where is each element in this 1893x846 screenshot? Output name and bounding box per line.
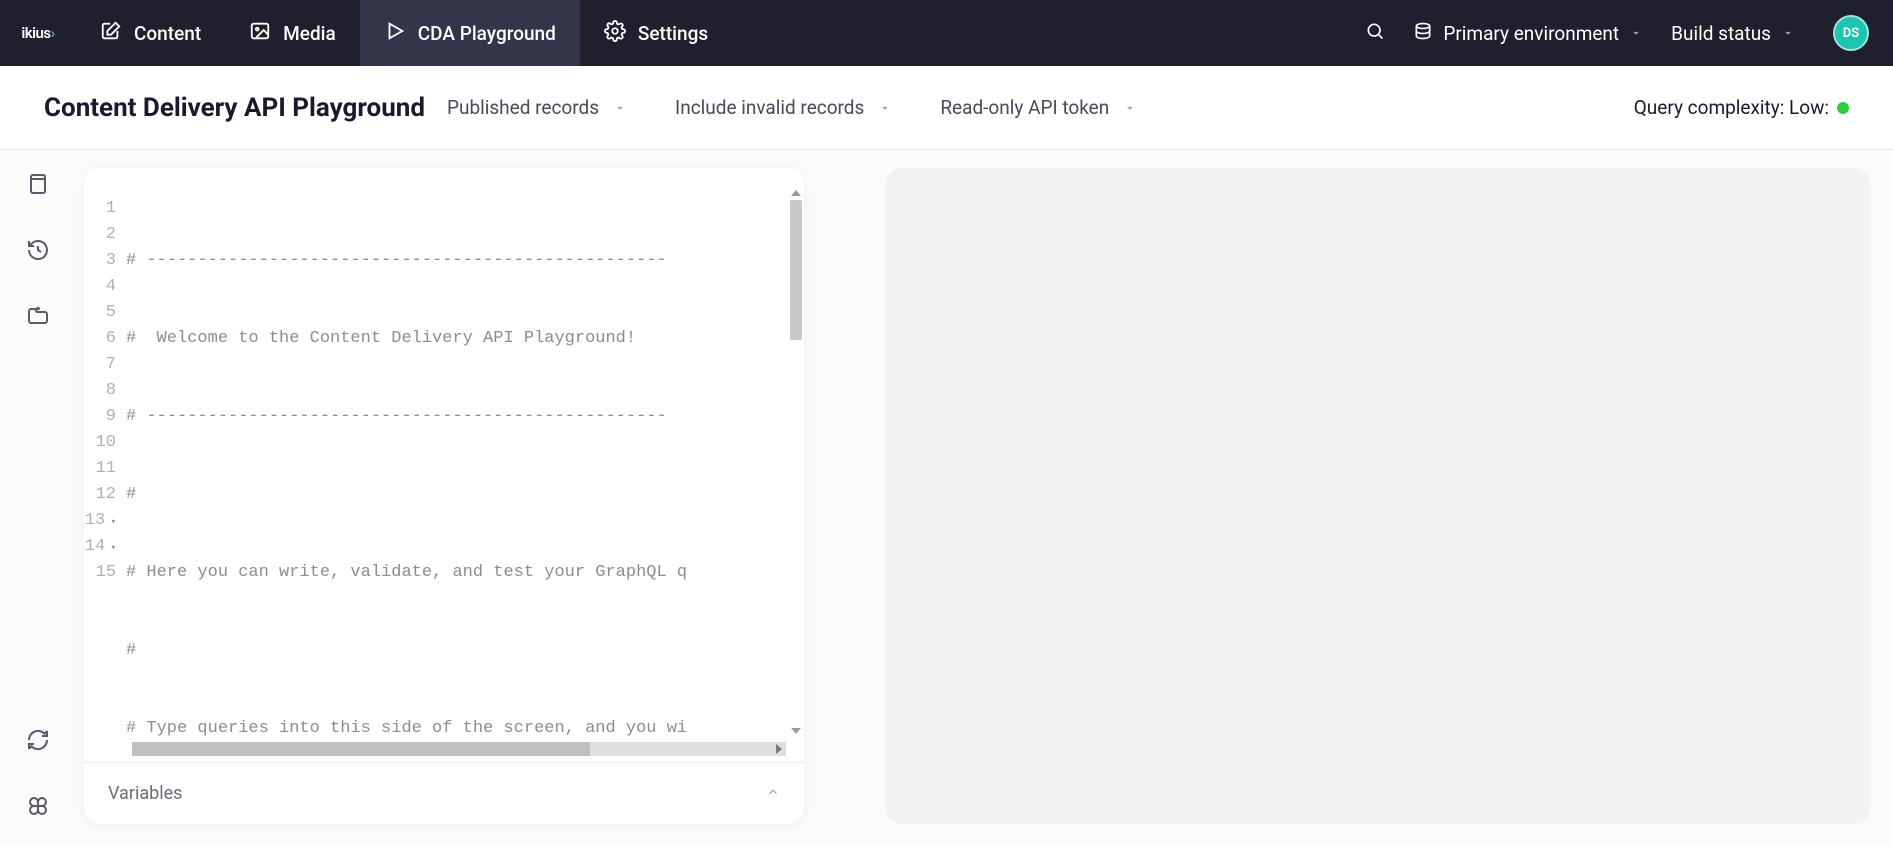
search-icon[interactable]: [1365, 21, 1385, 45]
database-icon: [1413, 21, 1433, 46]
filter-label: Published records: [447, 96, 599, 119]
playground-header: Content Delivery API Playground Publishe…: [0, 66, 1893, 150]
code-editor[interactable]: 1 2 3 4 5 6 7 8 9 10 11 12 13 14: [84, 168, 804, 762]
code-line: # Here you can write, validate, and test…: [126, 560, 804, 586]
code-content[interactable]: # --------------------------------------…: [126, 196, 804, 762]
scroll-arrow-up-icon[interactable]: [791, 190, 801, 196]
code-line: # --------------------------------------…: [126, 248, 804, 274]
status-dot-green: [1837, 102, 1849, 114]
chevron-down-icon: [878, 101, 892, 115]
avatar-initials: DS: [1843, 26, 1859, 41]
line-number: 2: [84, 222, 116, 248]
chevron-up-icon: [766, 783, 780, 804]
scroll-arrow-down-icon[interactable]: [791, 728, 801, 734]
chevron-down-icon: [1629, 22, 1643, 45]
nav-playground[interactable]: CDA Playground: [360, 0, 580, 66]
chevron-down-icon: [1781, 22, 1795, 45]
nav-label: Media: [283, 22, 336, 45]
nav-label: CDA Playground: [418, 22, 556, 45]
main-area: 1 2 3 4 5 6 7 8 9 10 11 12 13 14: [0, 150, 1893, 846]
invalid-records-dropdown[interactable]: Include invalid records: [675, 96, 892, 119]
pencil-icon: [100, 20, 122, 47]
nav-content[interactable]: Content: [76, 0, 225, 66]
build-status-label: Build status: [1671, 22, 1771, 45]
results-panel: [886, 168, 1871, 824]
docs-icon[interactable]: [26, 172, 50, 196]
complexity-label: Query complexity: Low:: [1634, 96, 1829, 119]
nav-settings[interactable]: Settings: [580, 0, 732, 66]
vertical-scrollbar[interactable]: [788, 190, 804, 734]
scroll-thumb[interactable]: [132, 742, 590, 756]
image-icon: [249, 20, 271, 47]
line-number: 4: [84, 274, 116, 300]
folder-icon[interactable]: [26, 304, 50, 328]
history-icon[interactable]: [26, 238, 50, 262]
chevron-down-icon: [1123, 101, 1137, 115]
top-nav: ikius› Content Media CDA Playground Sett…: [0, 0, 1893, 66]
horizontal-scrollbar[interactable]: [132, 742, 786, 756]
nav-label: Content: [134, 22, 201, 45]
code-line: # --------------------------------------…: [126, 404, 804, 430]
query-editor-panel: 1 2 3 4 5 6 7 8 9 10 11 12 13 14: [84, 168, 804, 824]
line-number: 1: [84, 196, 116, 222]
line-number: 6: [84, 326, 116, 352]
code-line: #: [126, 482, 804, 508]
line-number: 5: [84, 300, 116, 326]
scroll-thumb[interactable]: [790, 200, 802, 340]
api-token-dropdown[interactable]: Read-only API token: [940, 96, 1137, 119]
line-number: 9: [84, 404, 116, 430]
line-number: 10: [84, 430, 116, 456]
line-number: 8: [84, 378, 116, 404]
variables-label: Variables: [108, 783, 182, 804]
page-title: Content Delivery API Playground: [44, 93, 425, 123]
refresh-icon[interactable]: [26, 728, 50, 752]
line-number: 12: [84, 482, 116, 508]
left-sidebar: [0, 150, 76, 846]
published-records-dropdown[interactable]: Published records: [447, 96, 627, 119]
line-number: 3: [84, 248, 116, 274]
gear-icon: [604, 20, 626, 47]
line-number: 7: [84, 352, 116, 378]
scroll-arrow-right-icon[interactable]: [776, 744, 782, 754]
user-avatar[interactable]: DS: [1833, 15, 1869, 51]
line-number: 15: [84, 560, 116, 586]
line-number: 14: [84, 534, 116, 560]
line-number: 13: [84, 508, 116, 534]
filter-label: Include invalid records: [675, 96, 864, 119]
environment-dropdown[interactable]: Primary environment: [1413, 21, 1643, 46]
chevron-down-icon: [613, 101, 627, 115]
play-outline-icon: [384, 20, 406, 47]
line-gutter: 1 2 3 4 5 6 7 8 9 10 11 12 13 14: [84, 196, 126, 762]
environment-label: Primary environment: [1443, 22, 1619, 45]
brand-logo[interactable]: ikius›: [0, 24, 76, 42]
code-line: #: [126, 638, 804, 664]
variables-toggle[interactable]: Variables: [84, 762, 804, 824]
nav-label: Settings: [638, 22, 708, 45]
build-status-dropdown[interactable]: Build status: [1671, 22, 1795, 45]
code-line: # Welcome to the Content Delivery API Pl…: [126, 326, 804, 352]
code-line: # Type queries into this side of the scr…: [126, 716, 804, 742]
keyboard-shortcut-icon[interactable]: [26, 794, 50, 818]
line-number: 11: [84, 456, 116, 482]
workspace: 1 2 3 4 5 6 7 8 9 10 11 12 13 14: [76, 150, 1893, 846]
filter-label: Read-only API token: [940, 96, 1109, 119]
nav-media[interactable]: Media: [225, 0, 360, 66]
